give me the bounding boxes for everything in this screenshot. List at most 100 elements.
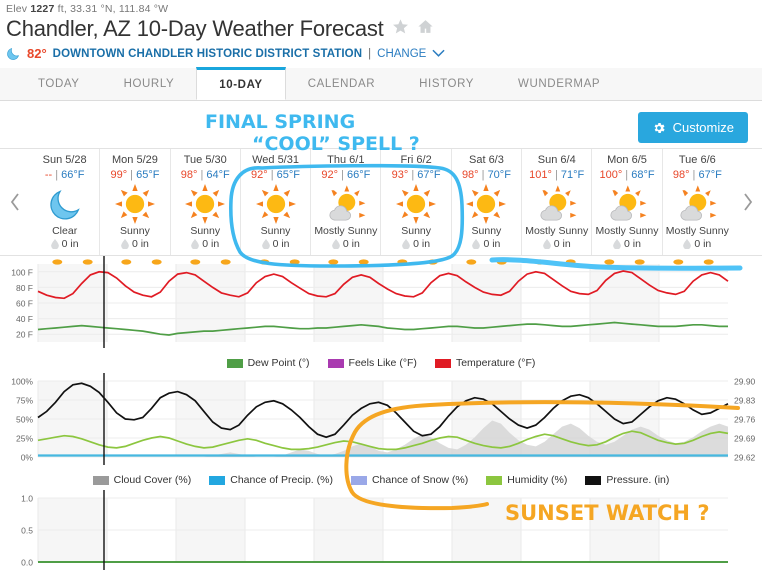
station-row: 82° DOWNTOWN CHANDLER HISTORIC DISTRICT … [0,42,762,61]
day-card-condition: Mostly Sunny [595,225,659,237]
day-card-weather-icon [466,183,507,225]
legend-item-chance-precip[interactable]: Chance of Precip. (%) [209,474,333,486]
tab-hourly[interactable]: HOURLY [102,68,197,100]
day-card-temps: 92° | 66°F [321,169,371,181]
y-axis-tick-label: 60 F [16,299,33,309]
legend-swatch [226,358,243,368]
mostly-sunny-icon [610,185,647,221]
y-axis-left-tick-label: 75% [16,396,33,406]
day-card[interactable]: Wed 5/31 92° | 65°F Sunny 0 in [240,149,312,255]
day-card-date: Mon 6/5 [607,154,647,166]
y-axis-tick-label: 20 F [16,330,33,340]
station-name-link[interactable]: DOWNTOWN CHANDLER HISTORIC DISTRICT STAT… [53,48,362,60]
day-card-date: Mon 5/29 [112,154,158,166]
day-card-precip: 0 in [191,238,219,250]
day-card-temps: -- | 66°F [44,169,85,181]
day-card[interactable]: Sat 6/3 98° | 70°F Sunny 0 in [451,149,523,255]
day-card[interactable]: Sun 6/4 101° | 71°F Mostly Sunny 0 in [522,149,593,255]
legend-item-pressure[interactable]: Pressure. (in) [585,474,669,486]
legend-item-humidity[interactable]: Humidity (%) [486,474,567,486]
tab-calendar[interactable]: CALENDAR [286,68,397,100]
precip-drop-icon [683,239,692,249]
day-card-high: 98° [672,169,690,181]
precip-drop-icon [121,239,129,249]
legend-label: Pressure. (in) [606,474,670,486]
y-axis-tick-label: 1.0 [21,494,33,504]
tab-label: WUNDERMAP [518,78,601,90]
day-card-precip: 0 in [402,238,430,250]
customize-button[interactable]: Customize [637,112,748,143]
day-card-date: Tue 6/6 [678,154,716,166]
legend-swatch [434,358,451,368]
day-card-condition: Sunny [471,225,502,237]
next-days-button[interactable] [732,149,762,255]
day-card[interactable]: Tue 6/6 98° | 67°F Mostly Sunny 0 in [662,149,732,255]
day-card-condition: Sunny [401,225,432,237]
day-card-date: Sun 5/28 [42,154,87,166]
legend-item-cloud-cover[interactable]: Cloud Cover (%) [92,474,192,486]
mostly-sunny-icon [329,185,366,221]
day-card-condition: Sunny [260,225,291,237]
day-card-precip: 0 in [542,238,571,250]
day-card-condition: Sunny [120,225,150,237]
day-card-date: Tue 5/30 [183,154,227,166]
precip-drop-icon [50,239,59,249]
legend-item-temperature[interactable]: Temperature (°F) [434,357,536,369]
day-card[interactable]: Sun 5/28 -- | 66°F Clear 0 in [30,149,101,255]
y-axis-tick-label: 100 F [11,267,33,277]
tab-today[interactable]: TODAY [16,68,102,100]
customize-label: Customize [672,120,734,135]
temperature-chart: 100 F 80 F 60 F 40 F 20 F Dew Point (°) Feel… [0,256,762,373]
day-card-date: Sat 6/3 [469,154,504,166]
day-card-precip-value: 0 in [413,238,431,250]
day-card-precip-value: 0 in [272,238,290,250]
day-card-precip: 0 in [472,238,500,250]
day-card-low: 67°F [698,169,722,181]
precip-drop-icon [542,239,551,249]
tab-10-day[interactable]: 10-DAY [196,67,286,100]
home-icon[interactable] [417,18,434,40]
legend-label: Cloud Cover (%) [113,474,192,486]
temperature-chart-svg[interactable]: 100 F 80 F 60 F 40 F 20 F [0,256,762,348]
day-card[interactable]: Thu 6/1 92° | 66°F Mostly Sunny 0 in [311,149,382,255]
sunny-icon [185,184,226,224]
day-card-precip-value: 0 in [624,238,641,250]
current-temperature: 82° [27,46,47,61]
title-row: Chandler, AZ 10-Day Weather Forecast [0,15,762,42]
chevron-down-icon[interactable] [432,46,445,61]
day-card[interactable]: Mon 6/5 100° | 68°F Mostly Sunny 0 in [592,149,663,255]
prev-days-button[interactable] [0,149,30,255]
precip-drop-icon [402,239,411,249]
legend-item-chance-snow[interactable]: Chance of Snow (%) [350,474,468,486]
tab-label: CALENDAR [307,78,376,90]
day-card-high: 101° [529,169,552,181]
precip-accumulation-chart-svg[interactable]: 1.0 0.5 0.0 [0,490,762,577]
tab-wundermap[interactable]: WUNDERMAP [496,68,622,100]
legend-item-dew-point[interactable]: Dew Point (°) [226,357,310,369]
legend-item-feels-like[interactable]: Feels Like (°F) [327,357,417,369]
day-card-precip: 0 in [121,238,149,250]
humidity-pressure-chart-svg[interactable]: 100% 29.90 75% 29.83 50% 29.76 25% 29.69 0% 29.62 [0,373,762,465]
legend-swatch [327,358,344,368]
day-card[interactable]: Fri 6/2 93° | 67°F Sunny 0 in [381,149,452,255]
day-card-condition: Mostly Sunny [525,225,589,237]
day-card[interactable]: Mon 5/29 99° | 65°F Sunny 0 in [100,149,171,255]
day-card-condition: Mostly Sunny [314,225,378,237]
day-card-temps: 98° | 67°F [672,169,722,181]
day-card-weather-icon [606,183,648,225]
day-card-precip-value: 0 in [553,238,571,250]
day-card-temps: 92° | 65°F [251,169,301,181]
tab-history[interactable]: HISTORY [397,68,496,100]
day-card-temps: 101° | 71°F [529,169,585,181]
day-card-date: Thu 6/1 [327,154,365,166]
legend-label: Temperature (°F) [455,357,536,369]
star-icon[interactable] [392,18,409,40]
elev-value: 1227 [30,3,55,15]
tab-label: 10-DAY [219,78,263,91]
precip-drop-icon [261,239,270,249]
change-station-link[interactable]: CHANGE [377,48,426,60]
day-card-weather-icon [325,183,367,225]
separator: | [368,47,372,60]
day-card-condition: Clear [52,225,78,237]
day-card[interactable]: Tue 5/30 98° | 64°F Sunny 0 in [170,149,241,255]
